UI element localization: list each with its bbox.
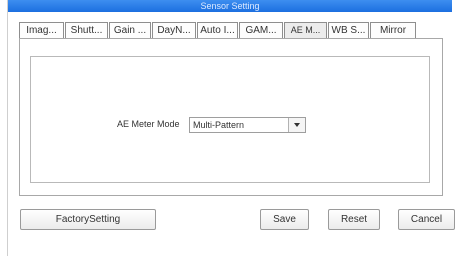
ae-meter-mode-value: Multi-Pattern: [193, 120, 245, 130]
reset-button[interactable]: Reset: [328, 209, 380, 230]
tab-auto-iris[interactable]: Auto I...: [197, 22, 238, 38]
factory-setting-button[interactable]: FactorySetting: [20, 209, 156, 230]
ae-meter-mode-label: AE Meter Mode: [117, 119, 180, 129]
window-title: Sensor Setting: [200, 1, 260, 11]
cancel-button[interactable]: Cancel: [398, 209, 455, 230]
window-left-edge: [7, 0, 8, 256]
tab-wb-setting[interactable]: WB S...: [328, 22, 369, 38]
tab-gain[interactable]: Gain ...: [109, 22, 151, 38]
tab-ae-meter[interactable]: AE M...: [284, 22, 327, 38]
tab-day-night[interactable]: DayN...: [152, 22, 196, 38]
chevron-down-icon[interactable]: [288, 118, 305, 132]
tab-shutter[interactable]: Shutt...: [65, 22, 108, 38]
window-title-bar[interactable]: Sensor Setting: [8, 0, 452, 12]
ae-meter-mode-select[interactable]: Multi-Pattern: [189, 117, 306, 133]
tab-image[interactable]: Imag...: [19, 22, 64, 38]
tab-gamma[interactable]: GAM...: [239, 22, 283, 38]
tab-mirror[interactable]: Mirror: [370, 22, 416, 38]
save-button[interactable]: Save: [260, 209, 309, 230]
